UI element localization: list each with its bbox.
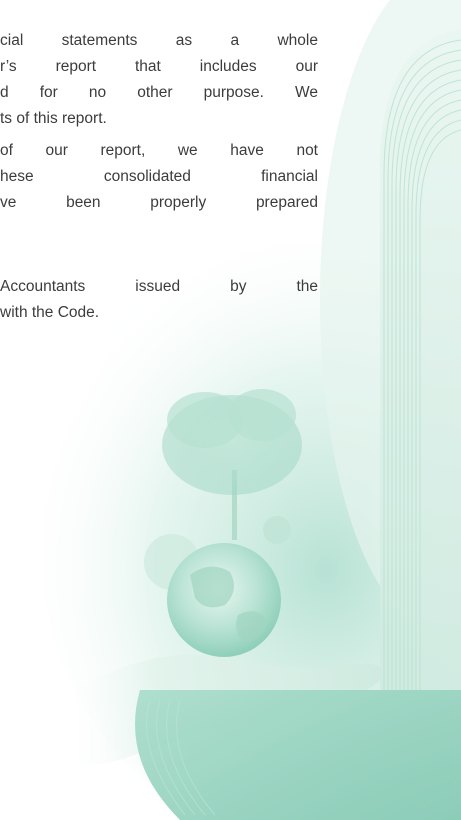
text-line: ve been properly prepared <box>0 194 318 211</box>
text-line: of our report, we have not <box>0 142 318 159</box>
text-line: r’s report that includes our <box>0 58 318 75</box>
paragraph-ethics-code: Accountants issued by the with the Code. <box>0 274 318 326</box>
paragraph-opinion-basis: of our report, we have not hese consolid… <box>0 138 318 216</box>
report-page: cial statements as a whole r’s report th… <box>0 0 461 820</box>
paragraph-auditor-report-purpose: cial statements as a whole r’s report th… <box>0 28 318 132</box>
text-line: d for no other purpose. We <box>0 84 318 101</box>
text-line: hese consolidated financial <box>0 168 318 185</box>
text-line: cial statements as a whole <box>0 32 318 49</box>
text-line: with the Code. <box>0 304 100 321</box>
text-line: Accountants issued by the <box>0 278 318 295</box>
text-line: ts of this report. <box>0 110 107 127</box>
